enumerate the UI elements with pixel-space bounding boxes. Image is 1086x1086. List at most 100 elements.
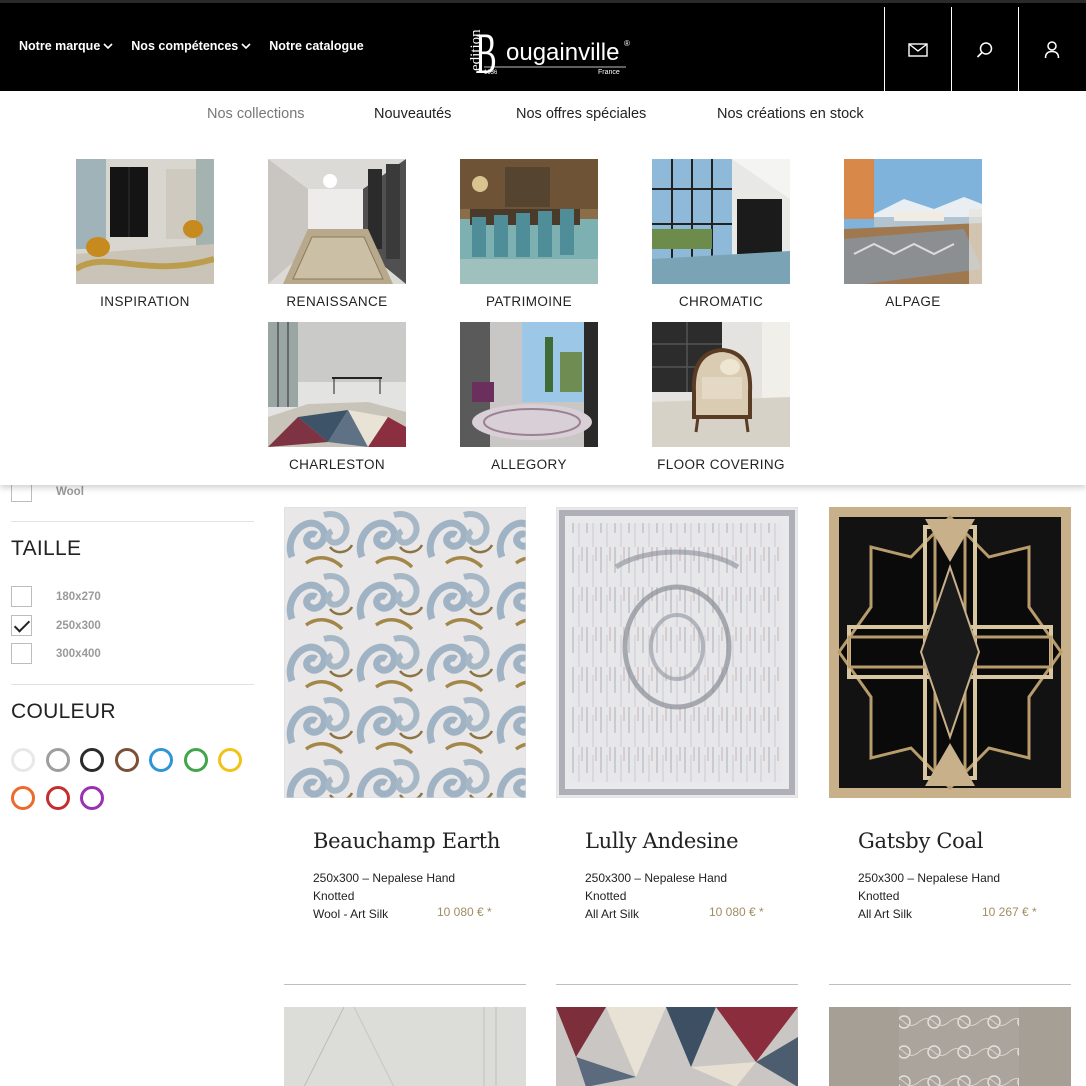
filter-title-couleur: COULEUR bbox=[11, 700, 116, 723]
mega-menu-tabs: Nos collections Nouveautés Nos offres sp… bbox=[0, 106, 1086, 128]
collection-name: CHROMATIC bbox=[678, 294, 764, 309]
collection-image bbox=[460, 322, 598, 447]
svg-text:B: B bbox=[475, 22, 496, 77]
product-title[interactable]: Beauchamp Earth bbox=[313, 829, 500, 853]
collection-floor-covering[interactable]: FLOOR COVERING bbox=[652, 322, 790, 472]
checkbox[interactable] bbox=[11, 643, 32, 664]
collection-image bbox=[460, 159, 598, 284]
divider bbox=[284, 984, 526, 985]
collection-image bbox=[268, 322, 406, 447]
collection-name: RENAISSANCE bbox=[286, 294, 388, 309]
collection-allegory[interactable]: ALLEGORY bbox=[460, 322, 598, 472]
filter-label: Wool bbox=[56, 485, 84, 498]
product-price: 10 267 € * bbox=[982, 905, 1037, 919]
contact-button[interactable] bbox=[884, 7, 951, 93]
logo-country: France bbox=[598, 69, 620, 76]
product-image[interactable] bbox=[284, 507, 526, 798]
chevron-down-icon bbox=[103, 43, 113, 50]
collection-image bbox=[652, 322, 790, 447]
nav-notre-catalogue[interactable]: Notre catalogue bbox=[269, 39, 363, 53]
collection-image bbox=[268, 159, 406, 284]
product-title[interactable]: Gatsby Coal bbox=[858, 829, 983, 853]
user-icon bbox=[1044, 41, 1060, 59]
collection-patrimoine[interactable]: PATRIMOINE bbox=[460, 159, 598, 309]
nav-notre-marque-label: Notre marque bbox=[19, 39, 101, 53]
filter-300x400[interactable]: 300x400 bbox=[11, 643, 101, 664]
brand-logo[interactable]: edition B ougainville ® 1936 France bbox=[466, 15, 636, 86]
nav-notre-marque[interactable]: Notre marque bbox=[19, 39, 113, 53]
collection-image bbox=[652, 159, 790, 284]
filter-label: 250x300 bbox=[56, 619, 101, 632]
product-technique: Knotted bbox=[858, 889, 900, 903]
color-swatch[interactable] bbox=[80, 748, 104, 772]
filter-180x270[interactable]: 180x270 bbox=[11, 586, 101, 607]
checkbox[interactable] bbox=[11, 586, 32, 607]
product-image[interactable] bbox=[556, 507, 798, 798]
collection-alpage[interactable]: ALPAGE bbox=[844, 159, 982, 309]
divider bbox=[556, 984, 798, 985]
collection-name: INSPIRATION bbox=[100, 294, 190, 309]
collection-name: PATRIMOINE bbox=[485, 294, 572, 309]
product-size-type: 250x300 – Nepalese Hand bbox=[585, 871, 728, 885]
product-technique: Knotted bbox=[585, 889, 627, 903]
mail-icon bbox=[908, 43, 928, 57]
product-card[interactable]: Beauchamp Earth 250x300 – Nepalese Hand … bbox=[284, 507, 527, 985]
color-swatch[interactable] bbox=[80, 786, 104, 810]
nav-nos-competences-label: Nos compétences bbox=[131, 39, 239, 53]
tab-nouveautes[interactable]: Nouveautés bbox=[374, 106, 451, 122]
filter-250x300[interactable]: 250x300 bbox=[11, 615, 101, 636]
site-header: Notre marque Nos compétences Notre catal… bbox=[0, 0, 1086, 93]
tab-offres-speciales[interactable]: Nos offres spéciales bbox=[516, 106, 646, 122]
product-technique: Knotted bbox=[313, 889, 355, 903]
account-button[interactable] bbox=[1018, 7, 1085, 93]
color-swatch[interactable] bbox=[114, 748, 139, 772]
collection-name: CHARLESTON bbox=[288, 457, 386, 472]
collection-image bbox=[76, 159, 214, 284]
filter-label: 300x400 bbox=[56, 647, 101, 660]
checkbox-checked[interactable] bbox=[11, 615, 32, 636]
product-card[interactable]: Lully Andesine 250x300 – Nepalese Hand K… bbox=[556, 507, 799, 985]
collection-name: FLOOR COVERING bbox=[657, 457, 785, 472]
product-size-type: 250x300 – Nepalese Hand bbox=[858, 871, 1001, 885]
logo-name: ougainville bbox=[506, 39, 619, 66]
nav-nos-competences[interactable]: Nos compétences bbox=[131, 39, 251, 53]
color-swatch[interactable] bbox=[149, 748, 173, 772]
collection-renaissance[interactable]: RENAISSANCE bbox=[268, 159, 406, 309]
tab-nos-collections[interactable]: Nos collections bbox=[207, 106, 305, 122]
product-image[interactable] bbox=[829, 1007, 1071, 1086]
logo-mark: edition B ougainville ® 1936 France bbox=[468, 22, 630, 86]
color-swatch[interactable] bbox=[45, 786, 70, 810]
divider bbox=[11, 684, 254, 685]
product-image[interactable] bbox=[829, 507, 1071, 798]
collections-mega-menu: Nos collections Nouveautés Nos offres sp… bbox=[0, 91, 1086, 485]
filter-label: 180x270 bbox=[56, 590, 101, 603]
color-swatch[interactable] bbox=[45, 748, 70, 772]
divider bbox=[11, 521, 254, 522]
color-swatch[interactable] bbox=[11, 786, 35, 810]
collection-charleston[interactable]: CHARLESTON bbox=[268, 322, 406, 472]
color-swatch[interactable] bbox=[183, 748, 208, 772]
product-card[interactable]: Gatsby Coal 250x300 – Nepalese Hand Knot… bbox=[829, 507, 1072, 985]
product-size-type: 250x300 – Nepalese Hand bbox=[313, 871, 456, 885]
product-title[interactable]: Lully Andesine bbox=[585, 829, 739, 853]
collection-name: ALPAGE bbox=[885, 294, 941, 309]
collection-chromatic[interactable]: CHROMATIC bbox=[652, 159, 790, 309]
search-icon bbox=[976, 42, 993, 58]
main-nav: Notre marque Nos compétences Notre catal… bbox=[19, 39, 382, 53]
color-swatch[interactable] bbox=[218, 748, 242, 772]
logo-year: 1936 bbox=[484, 70, 498, 76]
nav-notre-catalogue-label: Notre catalogue bbox=[269, 39, 364, 53]
product-price: 10 080 € * bbox=[709, 905, 764, 919]
collection-inspiration[interactable]: INSPIRATION bbox=[76, 159, 214, 309]
product-image[interactable] bbox=[556, 1007, 798, 1086]
search-button[interactable] bbox=[951, 7, 1018, 93]
collection-image bbox=[844, 159, 982, 284]
product-price: 10 080 € * bbox=[437, 905, 492, 919]
tab-creations-en-stock[interactable]: Nos créations en stock bbox=[717, 106, 864, 122]
product-image[interactable] bbox=[284, 1007, 526, 1086]
chevron-down-icon bbox=[241, 43, 251, 50]
color-swatch[interactable] bbox=[11, 748, 35, 772]
divider bbox=[829, 984, 1071, 985]
collection-name: ALLEGORY bbox=[491, 457, 567, 472]
filter-title-taille: TAILLE bbox=[11, 537, 82, 560]
